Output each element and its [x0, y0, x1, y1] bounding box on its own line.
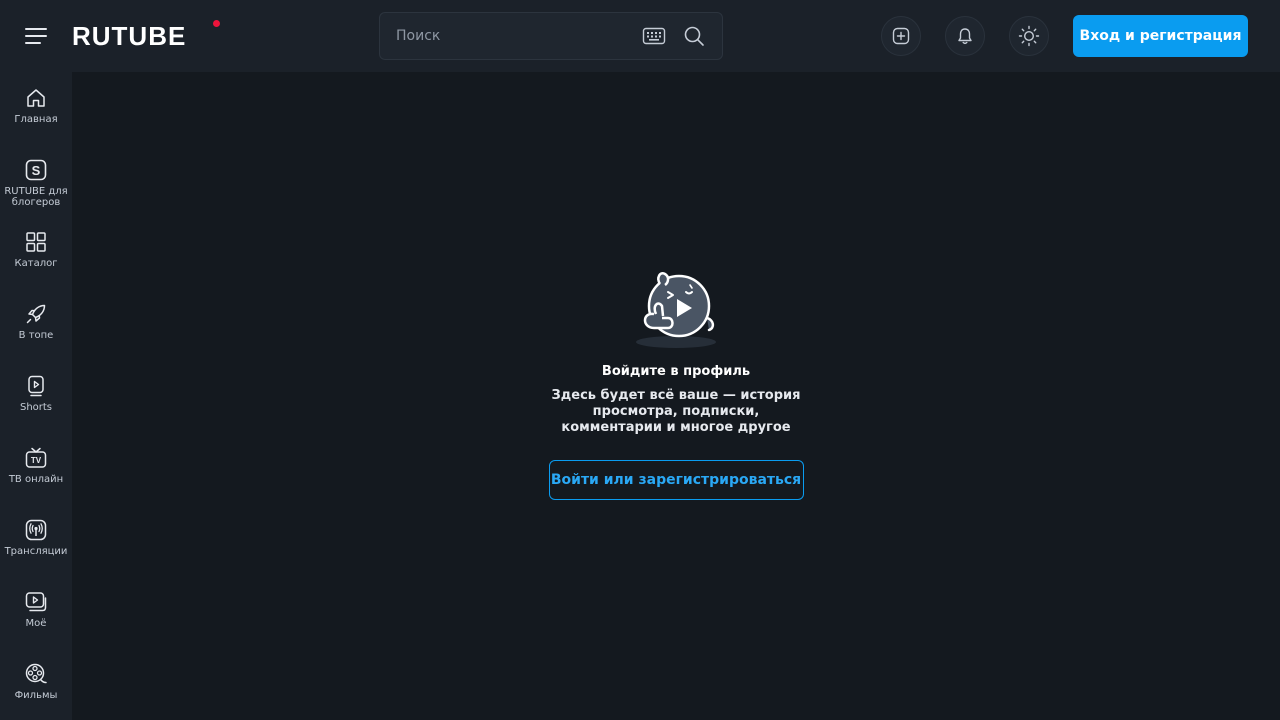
upload-icon [892, 27, 910, 45]
svg-text:TV: TV [31, 456, 42, 465]
sidebar-item-label: Shorts [19, 402, 53, 413]
sidebar-item-shorts[interactable]: Shorts [0, 360, 72, 432]
sidebar-item-label: В топе [18, 330, 54, 341]
search-icon[interactable] [683, 25, 705, 47]
sidebar-item-label: ТВ онлайн [8, 474, 64, 485]
home-icon [27, 89, 45, 107]
svg-text:S: S [32, 163, 41, 178]
mascot-illustration [636, 272, 716, 348]
sidebar-item-tv[interactable]: TV ТВ онлайн [0, 432, 72, 504]
sidebar-item-bloggers[interactable]: S RUTUBE для блогеров [0, 144, 72, 216]
top-header: RUTUBE Поиск Вход и регистрация [0, 0, 1280, 72]
sidebar-item-films[interactable]: Фильмы [0, 648, 72, 720]
sidebar-item-my[interactable]: Моё [0, 576, 72, 648]
sidebar-item-catalog[interactable]: Каталог [0, 216, 72, 288]
bell-icon [958, 28, 972, 45]
sidebar-item-label: Главная [14, 114, 58, 125]
broadcast-icon [25, 519, 47, 541]
login-prompt-title: Войдите в профиль [601, 364, 751, 379]
theme-toggle-button[interactable] [1009, 16, 1049, 56]
upload-button[interactable] [881, 16, 921, 56]
sidebar-item-label: RUTUBE для блогеров [4, 186, 68, 208]
menu-icon[interactable] [22, 22, 50, 50]
search-bar [379, 12, 723, 60]
rocket-icon [26, 304, 46, 324]
tv-icon: TV [25, 447, 47, 468]
sidebar-item-home[interactable]: Главная [0, 72, 72, 144]
notifications-button[interactable] [945, 16, 985, 56]
sidebar-item-label: Моё [25, 618, 47, 629]
keyboard-icon[interactable] [642, 25, 666, 47]
search-input[interactable] [396, 13, 636, 59]
theme-icon [1018, 25, 1040, 47]
rutube-logo[interactable]: RUTUBE [72, 22, 186, 50]
login-prompt: Войдите в профиль Здесь будет всё ваше —… [536, 266, 816, 500]
logo-dot [213, 20, 220, 27]
my-videos-icon [25, 592, 47, 612]
sidebar-item-label: Трансляции [4, 546, 68, 557]
studio-icon: S [25, 159, 47, 181]
shorts-icon [28, 375, 44, 397]
sidebar-item-broadcasts[interactable]: Трансляции [0, 504, 72, 576]
sidebar-item-label: Фильмы [14, 690, 58, 701]
film-reel-icon [25, 663, 47, 684]
sidebar-item-top[interactable]: В топе [0, 288, 72, 360]
catalog-icon [26, 232, 46, 252]
login-or-register-button[interactable]: Войти или зарегистрироваться [548, 460, 804, 500]
sidebar-item-label: Каталог [14, 258, 58, 269]
login-register-button[interactable]: Вход и регистрация [1073, 15, 1248, 57]
login-prompt-description: Здесь будет всё ваше — история просмотра… [551, 388, 801, 435]
sidebar: Главная S RUTUBE для блогеров Каталог В … [0, 72, 72, 720]
